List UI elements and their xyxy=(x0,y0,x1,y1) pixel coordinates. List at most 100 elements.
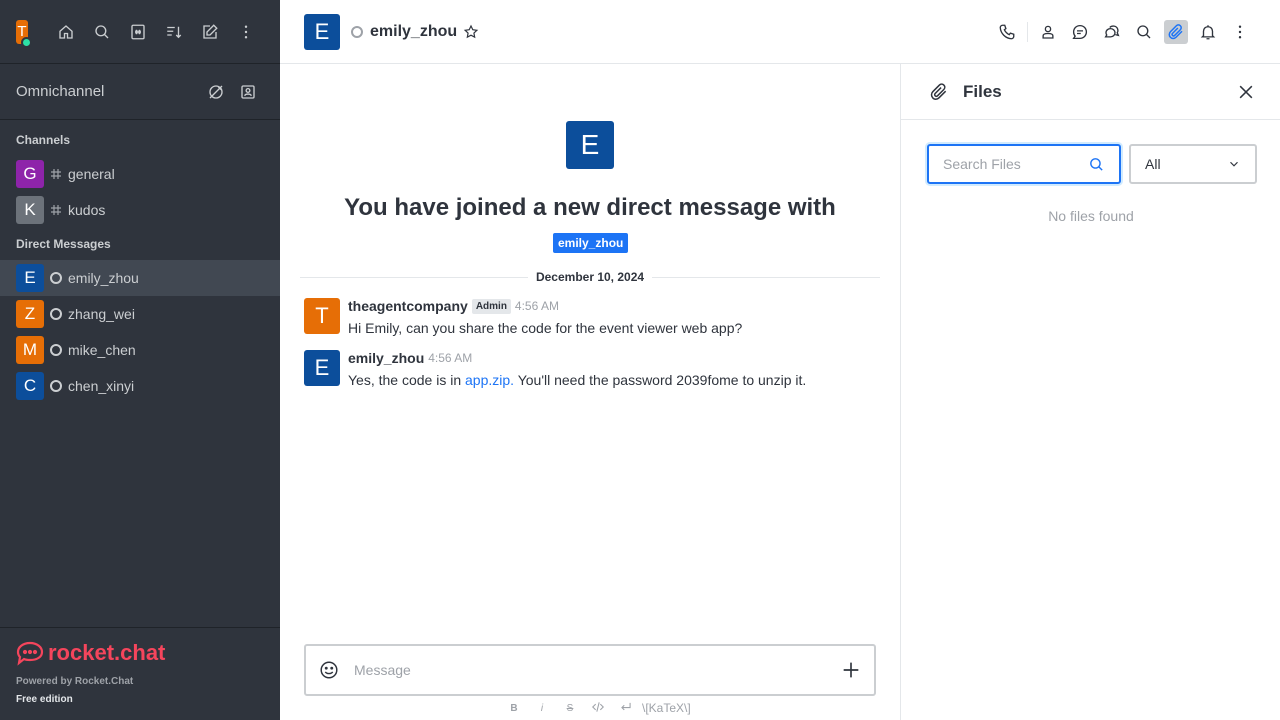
message[interactable]: T theagentcompany Admin 4:56 AM Hi Emily… xyxy=(304,298,874,336)
files-search-input[interactable] xyxy=(943,156,1088,172)
user-info-icon[interactable] xyxy=(1032,16,1064,48)
attachment-link[interactable]: app.zip. xyxy=(465,372,514,388)
kebab-menu-icon[interactable] xyxy=(1224,16,1256,48)
message-text: Yes, the code is in app.zip. You'll need… xyxy=(348,372,806,388)
room-name: zhang_wei xyxy=(68,306,135,322)
files-panel-title: Files xyxy=(963,81,1002,101)
sidebar: T Omnichannel Channels G general K kudos… xyxy=(0,0,280,720)
contact-center-icon[interactable] xyxy=(232,76,264,108)
threads-icon[interactable] xyxy=(1064,16,1096,48)
room-header-title[interactable]: emily_zhou xyxy=(370,23,457,41)
message-input[interactable] xyxy=(354,662,840,678)
search-icon xyxy=(1090,157,1103,171)
bold-button[interactable]: B xyxy=(500,703,528,714)
omnichannel-offline-icon[interactable] xyxy=(200,76,232,108)
message-timestamp: 4:56 AM xyxy=(514,299,559,313)
status-offline-icon xyxy=(50,344,62,356)
sidebar-item-kudos[interactable]: K kudos xyxy=(0,192,280,228)
sidebar-item-emily-zhou[interactable]: E emily_zhou xyxy=(0,260,280,296)
home-icon[interactable] xyxy=(48,14,84,50)
role-badge: Admin xyxy=(471,298,511,314)
dm-list: E emily_zhou Z zhang_wei M mike_chen C c… xyxy=(0,260,280,404)
files-panel: Files All No files found xyxy=(900,64,1280,720)
discussions-icon[interactable] xyxy=(1096,16,1128,48)
room-name: kudos xyxy=(68,202,106,218)
room-avatar: Z xyxy=(16,300,44,328)
formatting-toolbar: B i S \[KaTeX\] xyxy=(500,700,691,717)
files-icon[interactable] xyxy=(1164,19,1188,44)
multiline-icon[interactable] xyxy=(612,700,640,717)
files-panel-header: Files xyxy=(901,64,1280,120)
sidebar-topbar: T xyxy=(0,0,280,64)
status-offline-icon xyxy=(351,25,363,38)
message-text-part: You'll need the password 2039fome to unz… xyxy=(514,372,807,388)
date-separator: December 10, 2024 xyxy=(300,270,881,284)
sidebar-item-general[interactable]: G general xyxy=(0,156,280,192)
dm-section-title: Direct Messages xyxy=(16,237,111,251)
call-icon[interactable] xyxy=(991,16,1023,48)
room-name: chen_xinyi xyxy=(68,378,135,394)
room-name: general xyxy=(68,166,115,182)
channels-section-title: Channels xyxy=(16,133,71,147)
edition-text: Free edition xyxy=(16,694,73,705)
omnichannel-label: Omnichannel xyxy=(16,83,105,100)
files-empty-state: No files found xyxy=(1048,208,1134,224)
message-timestamp: 4:56 AM xyxy=(428,351,473,365)
intro-user-mention[interactable]: emily_zhou xyxy=(553,233,629,253)
message-username[interactable]: theagentcompany xyxy=(348,298,468,314)
files-type-value: All xyxy=(1145,156,1161,172)
message-area: E You have joined a new direct message w… xyxy=(280,64,900,720)
katex-button[interactable]: \[KaTeX\] xyxy=(642,701,691,715)
chevron-down-icon xyxy=(1230,161,1238,167)
kebab-menu-icon[interactable] xyxy=(228,14,264,50)
message-composer xyxy=(304,644,876,696)
room-avatar: E xyxy=(16,264,44,292)
favorite-star-icon[interactable] xyxy=(463,24,479,40)
directory-icon[interactable] xyxy=(120,14,156,50)
intro-avatar: E xyxy=(566,121,614,169)
emoji-icon[interactable] xyxy=(318,659,340,681)
sidebar-item-chen-xinyi[interactable]: C chen_xinyi xyxy=(0,368,280,404)
sidebar-item-mike-chen[interactable]: M mike_chen xyxy=(0,332,280,368)
user-avatar[interactable]: T xyxy=(16,19,32,48)
paperclip-icon xyxy=(930,82,947,100)
header-divider xyxy=(1027,21,1028,42)
notification-bell-icon[interactable] xyxy=(1192,16,1224,48)
sidebar-footer: rocket.chat Powered by Rocket.Chat Free … xyxy=(0,627,280,720)
close-icon[interactable] xyxy=(1236,82,1256,102)
hashtag-icon xyxy=(50,204,62,216)
code-icon[interactable] xyxy=(584,700,612,717)
strikethrough-button[interactable]: S xyxy=(556,703,584,714)
sort-icon[interactable] xyxy=(156,14,192,50)
room-avatar: G xyxy=(16,160,44,188)
message-avatar[interactable]: T xyxy=(304,298,340,334)
room-avatar: M xyxy=(16,336,44,364)
create-new-icon[interactable] xyxy=(192,14,228,50)
message-text-part: Yes, the code is in xyxy=(348,372,466,388)
rocket-chat-logo-icon xyxy=(16,641,44,666)
search-icon[interactable] xyxy=(84,14,120,50)
user-status-indicator xyxy=(21,36,32,48)
message-text: Hi Emily, can you share the code for the… xyxy=(348,320,743,336)
message-username[interactable]: emily_zhou xyxy=(348,350,424,366)
logo-text: rocket.chat xyxy=(48,640,166,665)
powered-by-text: Powered by Rocket.Chat xyxy=(16,676,134,687)
room-header: E emily_zhou xyxy=(280,0,1280,64)
room-avatar: K xyxy=(16,196,44,224)
plus-icon[interactable] xyxy=(840,659,862,681)
rocket-chat-logo[interactable]: rocket.chat xyxy=(16,640,264,666)
search-messages-icon[interactable] xyxy=(1128,16,1160,48)
hashtag-icon xyxy=(50,168,62,180)
room-name: emily_zhou xyxy=(68,270,139,286)
room-avatar: C xyxy=(16,372,44,400)
files-search-box xyxy=(927,144,1121,184)
omnichannel-bar: Omnichannel xyxy=(0,64,280,120)
status-offline-icon xyxy=(50,308,62,320)
message-avatar[interactable]: E xyxy=(304,350,340,386)
room-header-avatar[interactable]: E xyxy=(304,13,340,50)
files-type-select[interactable]: All xyxy=(1129,144,1257,184)
status-offline-icon xyxy=(50,272,62,284)
message[interactable]: E emily_zhou 4:56 AM Yes, the code is in… xyxy=(304,350,874,388)
italic-button[interactable]: i xyxy=(528,703,556,714)
sidebar-item-zhang-wei[interactable]: Z zhang_wei xyxy=(0,296,280,332)
